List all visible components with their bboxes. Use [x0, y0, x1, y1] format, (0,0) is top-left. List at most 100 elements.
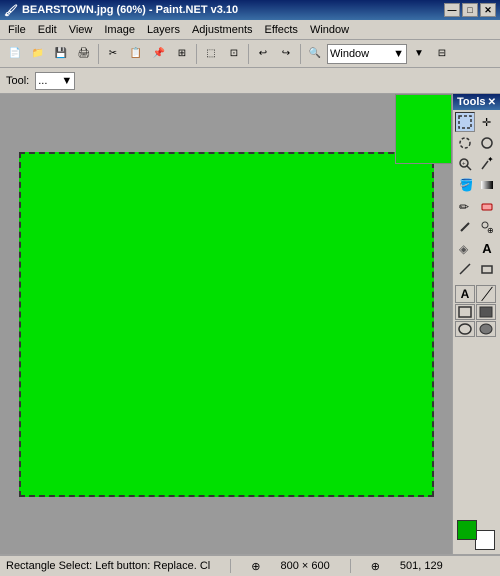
tools-grid: ✛ + ✦ 🪣 ✏: [453, 110, 500, 281]
main-canvas[interactable]: [19, 152, 434, 497]
window-select-value: Window: [330, 48, 369, 60]
deselect-button[interactable]: ⬚: [200, 43, 222, 65]
tool-rect-select[interactable]: [455, 112, 475, 132]
shape-filled-btn[interactable]: [476, 304, 496, 320]
tool-status-text: Rectangle Select: Left button: Replace. …: [6, 560, 210, 572]
window-action-button[interactable]: ⊟: [431, 43, 453, 65]
tool-line[interactable]: [455, 259, 475, 279]
minimize-button[interactable]: —: [444, 3, 460, 17]
window-title: BEARSTOWN.jpg (60%) - Paint.NET v3.10: [22, 4, 238, 16]
shape-outline-btn[interactable]: [455, 304, 475, 320]
tool-options-bar: Tool: ... ▼: [0, 68, 500, 94]
maximize-button[interactable]: □: [462, 3, 478, 17]
paste-button[interactable]: 📌: [148, 43, 170, 65]
status-sep1: [230, 559, 231, 573]
tool-shapes[interactable]: [477, 259, 497, 279]
tool-text[interactable]: A: [477, 238, 497, 258]
tb-sep3: [248, 44, 249, 64]
menu-edit[interactable]: Edit: [32, 22, 63, 38]
image-thumbnail: [395, 94, 452, 164]
menu-adjustments[interactable]: Adjustments: [186, 22, 259, 38]
canvas-dimensions: 800 × 600: [280, 560, 329, 572]
background-color-swatch[interactable]: [475, 530, 495, 550]
tool-ellipse-select[interactable]: [477, 133, 497, 153]
tools-panel-title: Tools ✕: [453, 94, 500, 110]
print-button[interactable]: 🖨: [73, 43, 95, 65]
svg-text:✏: ✏: [459, 200, 469, 213]
menu-window[interactable]: Window: [304, 22, 355, 38]
titlebar-left: 🖌 BEARSTOWN.jpg (60%) - Paint.NET v3.10: [4, 4, 238, 17]
cursor-icon: ⊕: [251, 560, 260, 573]
text-tool-italic[interactable]: ╱: [476, 285, 496, 303]
tool-label: Tool:: [6, 75, 29, 87]
tool-paintbrush[interactable]: ✏: [455, 196, 475, 216]
coords-icon: ⊕: [371, 560, 380, 573]
window-select[interactable]: Window ▼: [327, 44, 407, 64]
titlebar: 🖌 BEARSTOWN.jpg (60%) - Paint.NET v3.10 …: [0, 0, 500, 20]
tool-options-value: ...: [38, 75, 47, 87]
tool-move[interactable]: ✛: [477, 112, 497, 132]
tools-panel: Tools ✕ ✛ + ✦: [452, 94, 500, 554]
svg-text:🪣: 🪣: [459, 178, 472, 192]
tb-sep1: [98, 44, 99, 64]
tool-gradient[interactable]: [477, 175, 497, 195]
status-sep2: [350, 559, 351, 573]
svg-text:◈: ◈: [459, 242, 469, 255]
tool-recolor[interactable]: ◈: [455, 238, 475, 258]
menu-image[interactable]: Image: [98, 22, 141, 38]
window-list-button[interactable]: ▼: [408, 43, 430, 65]
tools-close-icon[interactable]: ✕: [488, 97, 496, 108]
shape-style2-btn[interactable]: [476, 321, 496, 337]
menu-file[interactable]: File: [2, 22, 32, 38]
svg-text:✦: ✦: [487, 157, 494, 164]
tools-title-label: Tools: [457, 96, 486, 108]
tool-options-dropdown[interactable]: ... ▼: [35, 72, 75, 90]
titlebar-controls: — □ ✕: [444, 3, 496, 17]
canvas-container: [19, 152, 434, 497]
color-area: [453, 512, 500, 554]
tool-magic-wand[interactable]: ✦: [477, 154, 497, 174]
redo-button[interactable]: ↪: [275, 43, 297, 65]
svg-text:+: +: [462, 162, 466, 168]
crop-button[interactable]: ⊡: [223, 43, 245, 65]
shape-fill-row: [455, 304, 498, 320]
text-tool-row: A ╱: [455, 285, 498, 303]
tool-clone-stamp[interactable]: ⊕: [477, 217, 497, 237]
open-button[interactable]: 📁: [27, 43, 49, 65]
tool-eraser[interactable]: [477, 196, 497, 216]
foreground-color-swatch[interactable]: [457, 520, 477, 540]
shape-style1-btn[interactable]: [455, 321, 475, 337]
cursor-coordinates: 501, 129: [400, 560, 443, 572]
menu-effects[interactable]: Effects: [259, 22, 304, 38]
menu-layers[interactable]: Layers: [141, 22, 186, 38]
shape-style-row: [455, 321, 498, 337]
text-tool-a[interactable]: A: [455, 285, 475, 303]
menu-view[interactable]: View: [63, 22, 99, 38]
svg-text:✛: ✛: [482, 117, 491, 129]
zoom-in-button[interactable]: 🔍: [304, 43, 326, 65]
bottom-tools: A ╱: [453, 283, 500, 340]
svg-text:⊕: ⊕: [487, 226, 494, 234]
new-button[interactable]: 📄: [4, 43, 26, 65]
save-button[interactable]: 💾: [50, 43, 72, 65]
app-icon: 🖌: [4, 4, 18, 17]
toolbar: 📄 📁 💾 🖨 ✂ 📋 📌 ⊞ ⬚ ⊡ ↩ ↪ 🔍 Window ▼ ▼ ⊟: [0, 40, 500, 68]
canvas-area[interactable]: [0, 94, 452, 554]
tool-lasso[interactable]: [455, 133, 475, 153]
close-button[interactable]: ✕: [480, 3, 496, 17]
cut-button[interactable]: ✂: [102, 43, 124, 65]
tool-zoom[interactable]: +: [455, 154, 475, 174]
undo-button[interactable]: ↩: [252, 43, 274, 65]
tool-options-arrow: ▼: [61, 75, 72, 87]
color-swatches: [457, 520, 495, 550]
statusbar: Rectangle Select: Left button: Replace. …: [0, 554, 500, 576]
window-dropdown-arrow: ▼: [393, 48, 404, 60]
tb-sep4: [300, 44, 301, 64]
tool-pencil[interactable]: [455, 217, 475, 237]
workspace: Tools ✕ ✛ + ✦: [0, 94, 500, 554]
copy-button[interactable]: 📋: [125, 43, 147, 65]
tool-paint-bucket[interactable]: 🪣: [455, 175, 475, 195]
tb-sep2: [196, 44, 197, 64]
menubar: File Edit View Image Layers Adjustments …: [0, 20, 500, 40]
paste-new-button[interactable]: ⊞: [171, 43, 193, 65]
